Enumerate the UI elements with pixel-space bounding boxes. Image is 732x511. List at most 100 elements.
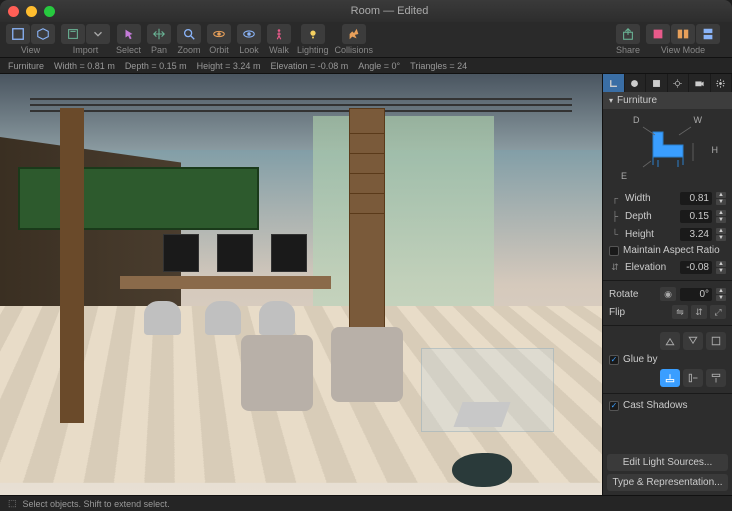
height-stepper[interactable]: ▲▼ [716, 227, 726, 241]
inspector-object-header[interactable]: ▾ Furniture [603, 92, 732, 109]
edit-light-sources-button[interactable]: Edit Light Sources... [607, 454, 728, 471]
depth-stepper[interactable]: ▲▼ [716, 209, 726, 223]
titlebar: Room — Edited [0, 0, 732, 22]
glue-by-label: Glue by [623, 354, 726, 365]
aspect-ratio-checkbox[interactable] [609, 246, 619, 256]
elevation-icon: ⇵ [609, 262, 621, 273]
info-angle: Angle = 0° [358, 61, 400, 71]
import-label: Import [73, 45, 99, 55]
link-bot-icon: └ [609, 229, 621, 239]
select-label: Select [116, 45, 141, 55]
collisions-button[interactable] [342, 24, 366, 44]
dim-w-label: W [694, 115, 703, 125]
depth-field[interactable]: 0.15 [680, 210, 712, 223]
rotate-dial[interactable]: ◉ [660, 287, 676, 301]
inspector-tab-geometry[interactable] [603, 74, 625, 92]
link-top-icon: ┌ [609, 193, 621, 203]
height-field[interactable]: 3.24 [680, 228, 712, 241]
info-depth: Depth = 0.15 m [125, 61, 187, 71]
flip-label: Flip [609, 307, 668, 318]
disclosure-triangle-icon: ▾ [609, 96, 613, 105]
aspect-ratio-label: Maintain Aspect Ratio [623, 245, 726, 256]
cast-shadows-label: Cast Shadows [623, 400, 726, 411]
status-cursor-icon: ⬚ [8, 498, 17, 509]
flip-vertical-button[interactable]: ⇵ [691, 305, 707, 319]
glue-by-checkbox[interactable] [609, 355, 619, 365]
inspector-tab-camera[interactable] [689, 74, 711, 92]
inspector-tab-lighting[interactable] [668, 74, 690, 92]
viewmode-2-button[interactable] [671, 24, 695, 44]
link-mid-icon: ├ [609, 211, 621, 221]
select-tool-button[interactable] [117, 24, 141, 44]
glue-ceiling-button[interactable] [706, 369, 726, 387]
info-bar: Furniture Width = 0.81 m Depth = 0.15 m … [0, 58, 732, 74]
inspector-panel: ▾ Furniture D W H E ┌ Width 0.81 ▲▼ ├ De… [602, 74, 732, 495]
share-label: Share [616, 45, 640, 55]
view-3d-button[interactable] [31, 24, 55, 44]
minimize-window-button[interactable] [26, 6, 37, 17]
elevation-field[interactable]: -0.08 [680, 261, 712, 274]
width-stepper[interactable]: ▲▼ [716, 191, 726, 205]
info-width: Width = 0.81 m [54, 61, 115, 71]
walk-tool-button[interactable] [267, 24, 291, 44]
lighting-button[interactable] [301, 24, 325, 44]
close-window-button[interactable] [8, 6, 19, 17]
rotate-stepper[interactable]: ▲▼ [716, 287, 726, 301]
orbit-tool-button[interactable] [207, 24, 231, 44]
view-label: View [21, 45, 40, 55]
inspector-tab-properties[interactable] [646, 74, 668, 92]
flip-depth-button[interactable]: ⤢ [710, 305, 726, 319]
toolbar: View Import Select Pan Zoom Orbit Look W… [0, 22, 732, 58]
orbit-label: Orbit [209, 45, 229, 55]
share-button[interactable] [616, 24, 640, 44]
import-dropdown-button[interactable] [86, 24, 110, 44]
inspector-tab-materials[interactable] [625, 74, 647, 92]
type-representation-button[interactable]: Type & Representation... [607, 474, 728, 491]
dim-h-label: H [712, 145, 719, 155]
inspector-object-name: Furniture [617, 95, 657, 106]
zoom-tool-button[interactable] [177, 24, 201, 44]
depth-label: Depth [625, 211, 676, 222]
flip-horizontal-button[interactable]: ⇋ [672, 305, 688, 319]
glue-preset-3-button[interactable] [706, 332, 726, 350]
rotate-field[interactable]: 0° [680, 288, 712, 301]
rotate-label: Rotate [609, 289, 656, 300]
viewmode-3-button[interactable] [696, 24, 720, 44]
3d-viewport[interactable] [0, 74, 602, 495]
pan-tool-button[interactable] [147, 24, 171, 44]
status-hint: Select objects. Shift to extend select. [23, 499, 170, 509]
status-bar: ⬚ Select objects. Shift to extend select… [0, 495, 732, 511]
width-field[interactable]: 0.81 [680, 192, 712, 205]
collisions-label: Collisions [335, 45, 374, 55]
glue-wall-button[interactable] [683, 369, 703, 387]
info-triangles: Triangles = 24 [410, 61, 467, 71]
glue-preset-2-button[interactable] [683, 332, 703, 350]
window-title: Room — Edited [55, 5, 724, 17]
dim-d-label: D [633, 115, 640, 125]
glue-preset-1-button[interactable] [660, 332, 680, 350]
pan-label: Pan [151, 45, 167, 55]
elevation-label: Elevation [625, 262, 676, 273]
elevation-stepper[interactable]: ▲▼ [716, 260, 726, 274]
info-height: Height = 3.24 m [197, 61, 261, 71]
height-label: Height [625, 229, 676, 240]
zoom-label: Zoom [178, 45, 201, 55]
import-button[interactable] [61, 24, 85, 44]
inspector-tabs [603, 74, 732, 92]
zoom-window-button[interactable] [44, 6, 55, 17]
glue-floor-button[interactable] [660, 369, 680, 387]
info-elevation: Elevation = -0.08 m [270, 61, 348, 71]
inspector-tab-settings[interactable] [711, 74, 732, 92]
width-label: Width [625, 193, 676, 204]
viewmode-1-button[interactable] [646, 24, 670, 44]
object-preview: D W H E [603, 109, 732, 189]
look-tool-button[interactable] [237, 24, 261, 44]
cast-shadows-checkbox[interactable] [609, 401, 619, 411]
lighting-label: Lighting [297, 45, 329, 55]
main-area: ▾ Furniture D W H E ┌ Width 0.81 ▲▼ ├ De… [0, 74, 732, 495]
view-2d-button[interactable] [6, 24, 30, 44]
info-object-name: Furniture [8, 61, 44, 71]
dim-e-label: E [621, 171, 627, 181]
walk-label: Walk [269, 45, 289, 55]
chair-preview-icon [633, 117, 703, 177]
